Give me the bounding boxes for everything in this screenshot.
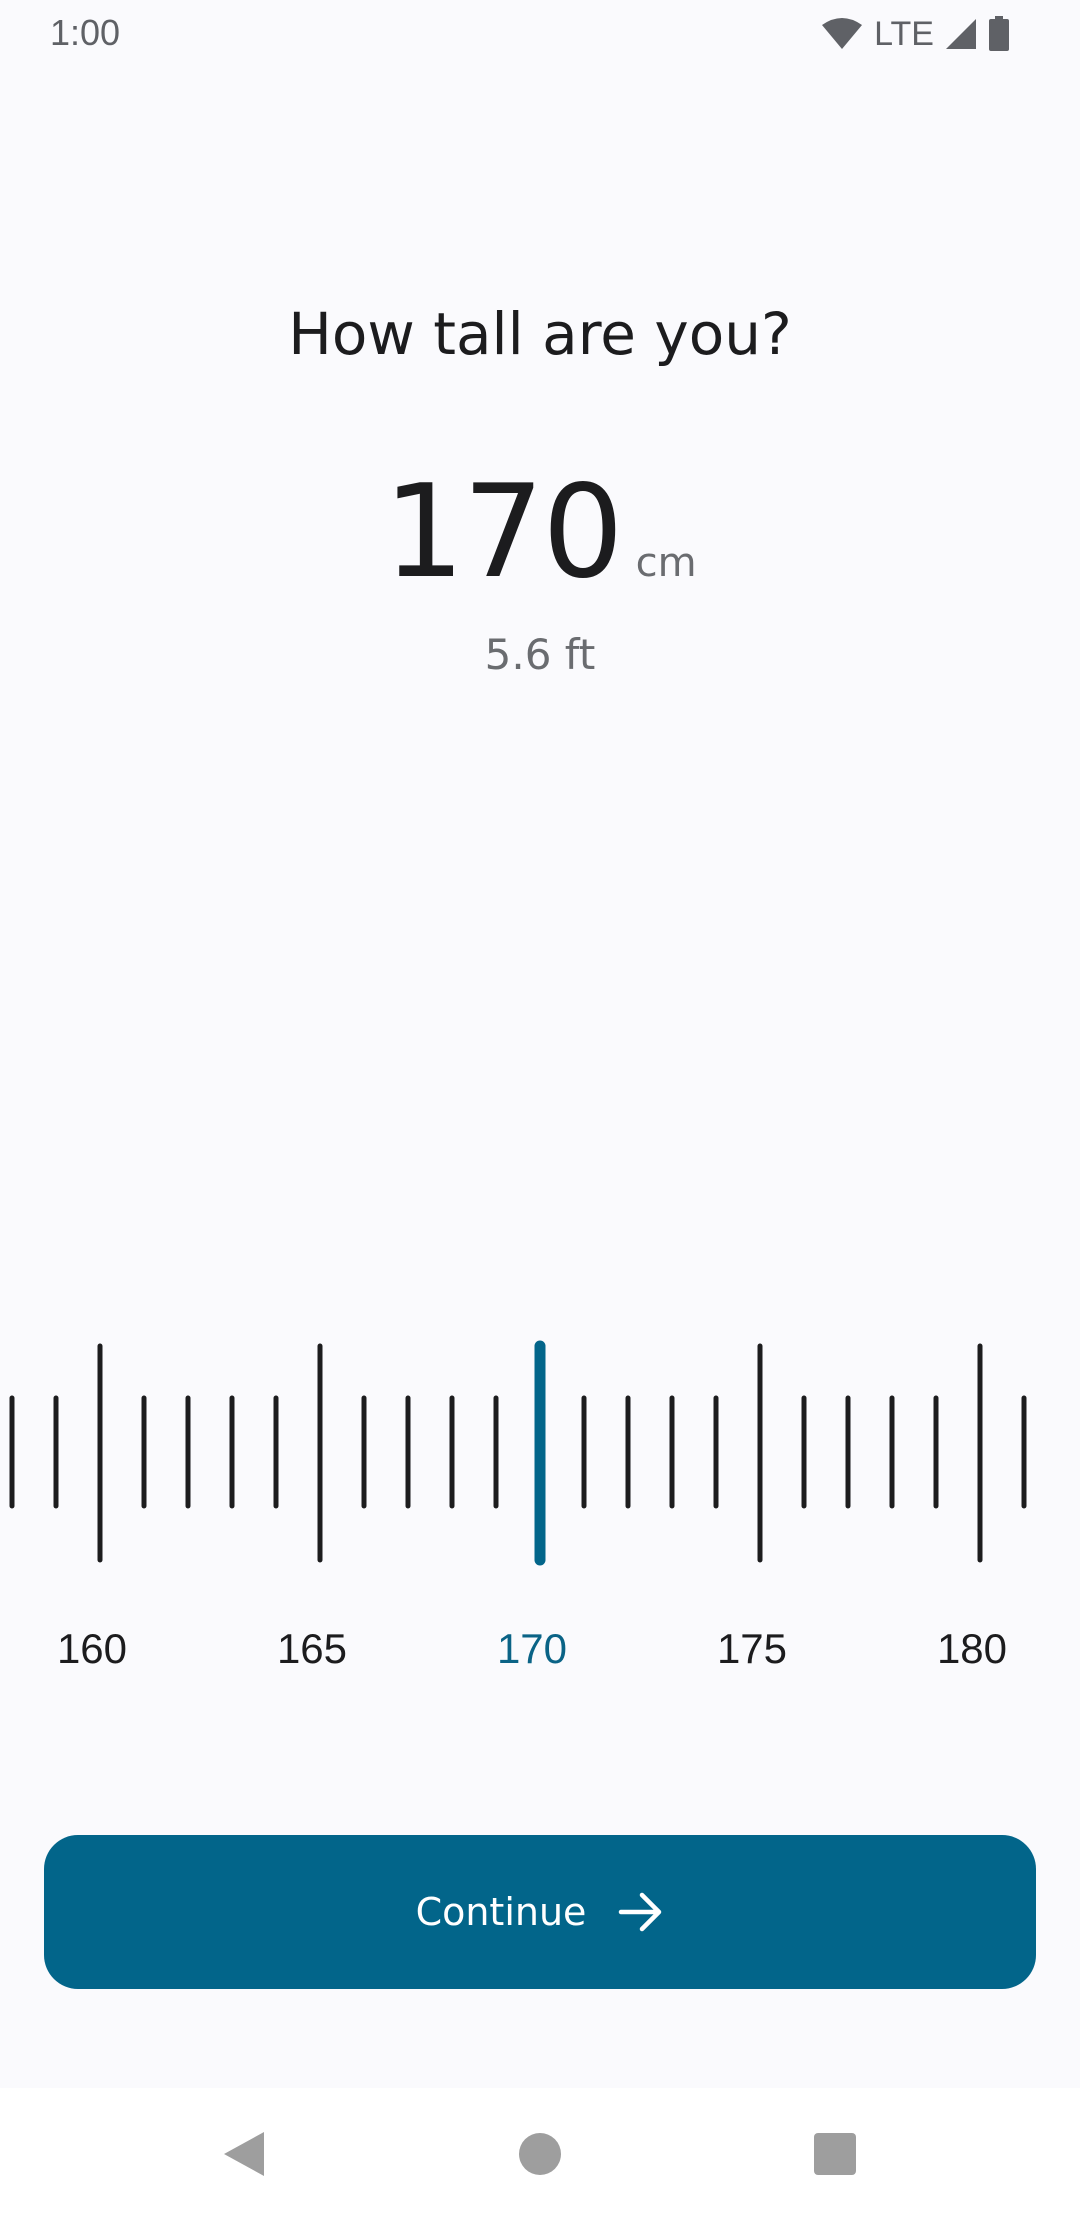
status-icons: LTE: [820, 14, 1010, 54]
height-value: 170: [383, 458, 623, 607]
continue-label: Continue: [415, 1890, 587, 1934]
ruler-label: 175: [716, 1625, 788, 1672]
arrow-right-icon: [619, 1892, 662, 1932]
wifi-icon: [822, 18, 863, 49]
height-unit: cm: [635, 540, 697, 586]
height-ruler-picker[interactable]: [0, 1338, 1080, 1578]
ruler-label: 180: [936, 1625, 1008, 1672]
ruler-label: 165: [276, 1625, 348, 1672]
ruler-label-selected: 170: [496, 1625, 568, 1672]
ruler-labels: 160 165 170 175 180: [0, 1625, 1080, 1685]
home-icon[interactable]: [519, 2133, 561, 2175]
battery-icon: [989, 16, 1009, 51]
signal-icon: [946, 19, 976, 49]
recents-icon[interactable]: [814, 2133, 856, 2175]
continue-button[interactable]: Continue: [44, 1835, 1036, 1989]
question-title: How tall are you?: [288, 300, 792, 368]
status-bar: 1:00 LTE: [0, 0, 1080, 66]
back-icon[interactable]: [222, 2130, 266, 2178]
status-time: 1:00: [50, 12, 121, 53]
ruler-label: 160: [56, 1625, 128, 1672]
system-nav-bar: [0, 2088, 1080, 2220]
height-alt-value: 5.6 ft: [484, 630, 596, 679]
network-type: LTE: [874, 14, 934, 53]
height-value-display: 170 cm: [0, 458, 1080, 607]
